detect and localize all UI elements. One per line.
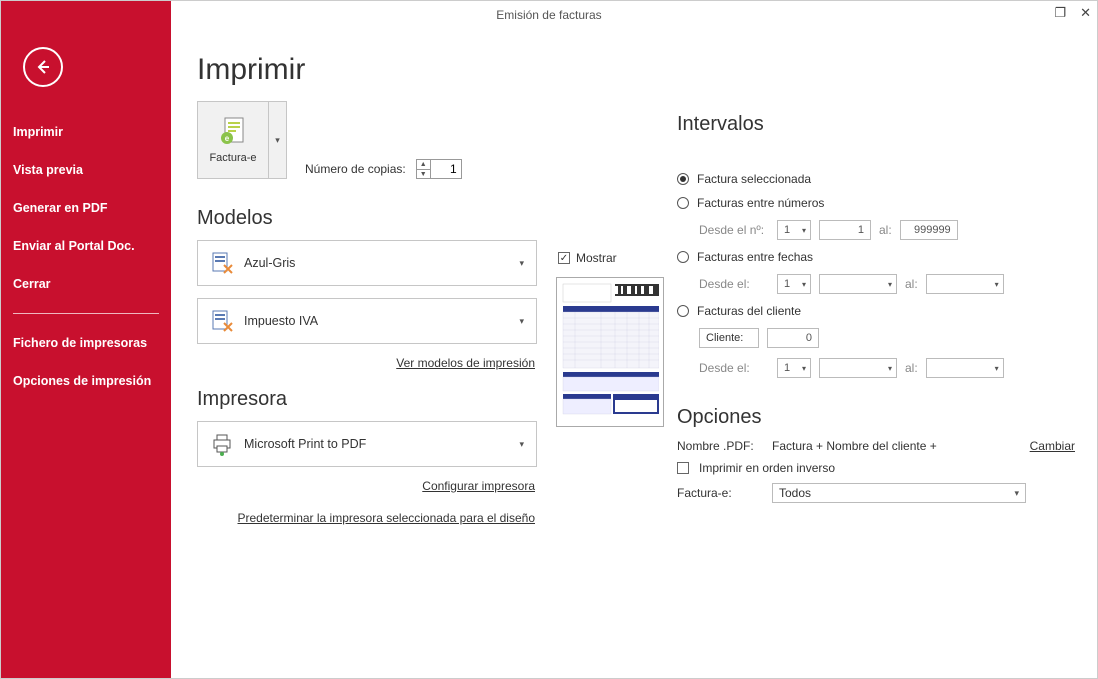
window-title: Emisión de facturas <box>496 8 601 22</box>
radio-label: Facturas del cliente <box>697 304 801 318</box>
reverse-label: Imprimir en orden inverso <box>699 461 835 475</box>
sidebar-item-cerrar[interactable]: Cerrar <box>1 265 171 303</box>
hasta-num-value[interactable]: 999999 <box>900 220 958 240</box>
desde-cliente-series[interactable]: 1▾ <box>777 358 811 378</box>
intervalos-heading: Intervalos <box>677 113 1075 136</box>
mostrar-checkbox[interactable]: ✓ <box>558 252 570 264</box>
facturae-row: Factura-e: Todos ▾ <box>677 483 1075 503</box>
opciones-block: Opciones Nombre .PDF: Factura + Nombre d… <box>677 406 1075 503</box>
spinner-buttons: ▲ ▼ <box>417 160 431 178</box>
facturae-filter-select[interactable]: Todos ▾ <box>772 483 1026 503</box>
sidebar-item-opciones-impresion[interactable]: Opciones de impresión <box>1 362 171 400</box>
cliente-button[interactable]: Cliente: <box>699 328 759 348</box>
radio-icon <box>677 251 689 263</box>
al-label: al: <box>879 223 892 237</box>
right-column: Intervalos Factura seleccionada Facturas… <box>667 53 1075 678</box>
pdf-name-row: Nombre .PDF: Factura + Nombre del client… <box>677 439 1075 453</box>
copies-input[interactable] <box>431 160 461 178</box>
document-icon <box>210 251 234 275</box>
facturae-tile-label: Factura-e <box>209 152 256 164</box>
model1-select[interactable]: Azul-Gris ▾ <box>197 240 537 286</box>
desde-fecha-series[interactable]: 1▾ <box>777 274 811 294</box>
sidebar-separator <box>13 313 159 314</box>
back-button[interactable] <box>23 47 63 87</box>
desde-cliente-label: Desde el: <box>699 361 769 375</box>
radio-entre-fechas[interactable]: Facturas entre fechas <box>677 250 1075 264</box>
hasta-fecha-value[interactable]: ▾ <box>926 274 1004 294</box>
desde-num-label: Desde el nº: <box>699 223 769 237</box>
configurar-impresora-link[interactable]: Configurar impresora <box>422 479 535 493</box>
chevron-down-icon: ▾ <box>519 258 524 269</box>
radio-label: Facturas entre números <box>697 196 824 210</box>
close-icon[interactable]: ✕ <box>1080 5 1091 21</box>
printer-icon <box>210 432 234 456</box>
printer-label: Microsoft Print to PDF <box>244 437 509 451</box>
ver-modelos-link[interactable]: Ver modelos de impresión <box>396 356 535 370</box>
cliente-fecha-fields: Desde el: 1▾ ▾ al: ▾ <box>677 358 1075 378</box>
cambiar-link[interactable]: Cambiar <box>1030 439 1075 453</box>
cliente-value[interactable]: 0 <box>767 328 819 348</box>
desde-num-series[interactable]: 1▾ <box>777 220 811 240</box>
radio-icon <box>677 173 689 185</box>
sidebar-item-generar-pdf[interactable]: Generar en PDF <box>1 189 171 227</box>
radio-icon <box>677 305 689 317</box>
printer-select[interactable]: Microsoft Print to PDF ▾ <box>197 421 537 467</box>
copies-control: Número de copias: ▲ ▼ <box>305 159 462 179</box>
model2-select[interactable]: Impuesto IVA ▾ <box>197 298 537 344</box>
spinner-up-icon[interactable]: ▲ <box>417 160 430 170</box>
al-label: al: <box>905 277 918 291</box>
sidebar-item-vista-previa[interactable]: Vista previa <box>1 151 171 189</box>
chevron-down-icon: ▾ <box>519 439 524 450</box>
facturae-filter-label: Factura-e: <box>677 486 762 500</box>
restore-icon[interactable]: ❐ <box>1054 5 1066 21</box>
opciones-heading: Opciones <box>677 406 1075 429</box>
window-controls: ❐ ✕ <box>1054 5 1091 21</box>
model2-label: Impuesto IVA <box>244 314 509 328</box>
modelos-heading: Modelos <box>197 207 647 230</box>
predeterminar-impresora-link[interactable]: Predeterminar la impresora seleccionada … <box>238 511 536 525</box>
sidebar-item-enviar-portal[interactable]: Enviar al Portal Doc. <box>1 227 171 265</box>
svg-text:e: e <box>225 134 230 143</box>
pdf-name-value: Factura + Nombre del cliente + <box>772 439 937 453</box>
page-title: Imprimir <box>197 53 647 87</box>
sidebar: Imprimir Vista previa Generar en PDF Env… <box>1 1 171 678</box>
entre-numeros-fields: Desde el nº: 1▾ 1 al: 999999 <box>677 220 1075 240</box>
cliente-fields: Cliente: 0 <box>677 328 1075 348</box>
radio-label: Factura seleccionada <box>697 172 811 186</box>
sidebar-item-fichero-impresoras[interactable]: Fichero de impresoras <box>1 324 171 362</box>
mostrar-row[interactable]: ✓ Mostrar <box>558 251 664 265</box>
facturae-tile[interactable]: e Factura-e <box>197 101 269 179</box>
mostrar-label: Mostrar <box>576 251 617 265</box>
desde-fecha-value[interactable]: ▾ <box>819 274 897 294</box>
reverse-order-row[interactable]: Imprimir en orden inverso <box>677 461 1075 475</box>
preview-image <box>561 282 659 422</box>
radio-factura-seleccionada[interactable]: Factura seleccionada <box>677 172 1075 186</box>
facturae-icon: e <box>219 116 247 146</box>
radio-label: Facturas entre fechas <box>697 250 813 264</box>
sidebar-item-imprimir[interactable]: Imprimir <box>1 113 171 151</box>
reverse-checkbox[interactable] <box>677 462 689 474</box>
pdf-name-label: Nombre .PDF: <box>677 439 762 453</box>
radio-cliente[interactable]: Facturas del cliente <box>677 304 1075 318</box>
hasta-cliente-value[interactable]: ▾ <box>926 358 1004 378</box>
desde-num-value[interactable]: 1 <box>819 220 871 240</box>
copies-spinner[interactable]: ▲ ▼ <box>416 159 462 179</box>
facturae-tile-dropdown[interactable]: ▾ <box>269 101 287 179</box>
action-tile-row: e Factura-e ▾ Número de copias: ▲ ▼ <box>197 101 647 179</box>
desde-fecha-label: Desde el: <box>699 277 769 291</box>
preview-column: ✓ Mostrar <box>556 251 664 427</box>
desde-cliente-value[interactable]: ▾ <box>819 358 897 378</box>
model1-label: Azul-Gris <box>244 256 509 270</box>
arrow-left-icon <box>33 57 53 77</box>
document-icon <box>210 309 234 333</box>
spinner-down-icon[interactable]: ▼ <box>417 170 430 179</box>
chevron-down-icon: ▾ <box>1014 488 1019 499</box>
radio-entre-numeros[interactable]: Facturas entre números <box>677 196 1075 210</box>
chevron-down-icon: ▾ <box>519 316 524 327</box>
preview-thumbnail[interactable] <box>556 277 664 427</box>
radio-icon <box>677 197 689 209</box>
copies-label: Número de copias: <box>305 162 406 176</box>
entre-fechas-fields: Desde el: 1▾ ▾ al: ▾ <box>677 274 1075 294</box>
al-label: al: <box>905 361 918 375</box>
